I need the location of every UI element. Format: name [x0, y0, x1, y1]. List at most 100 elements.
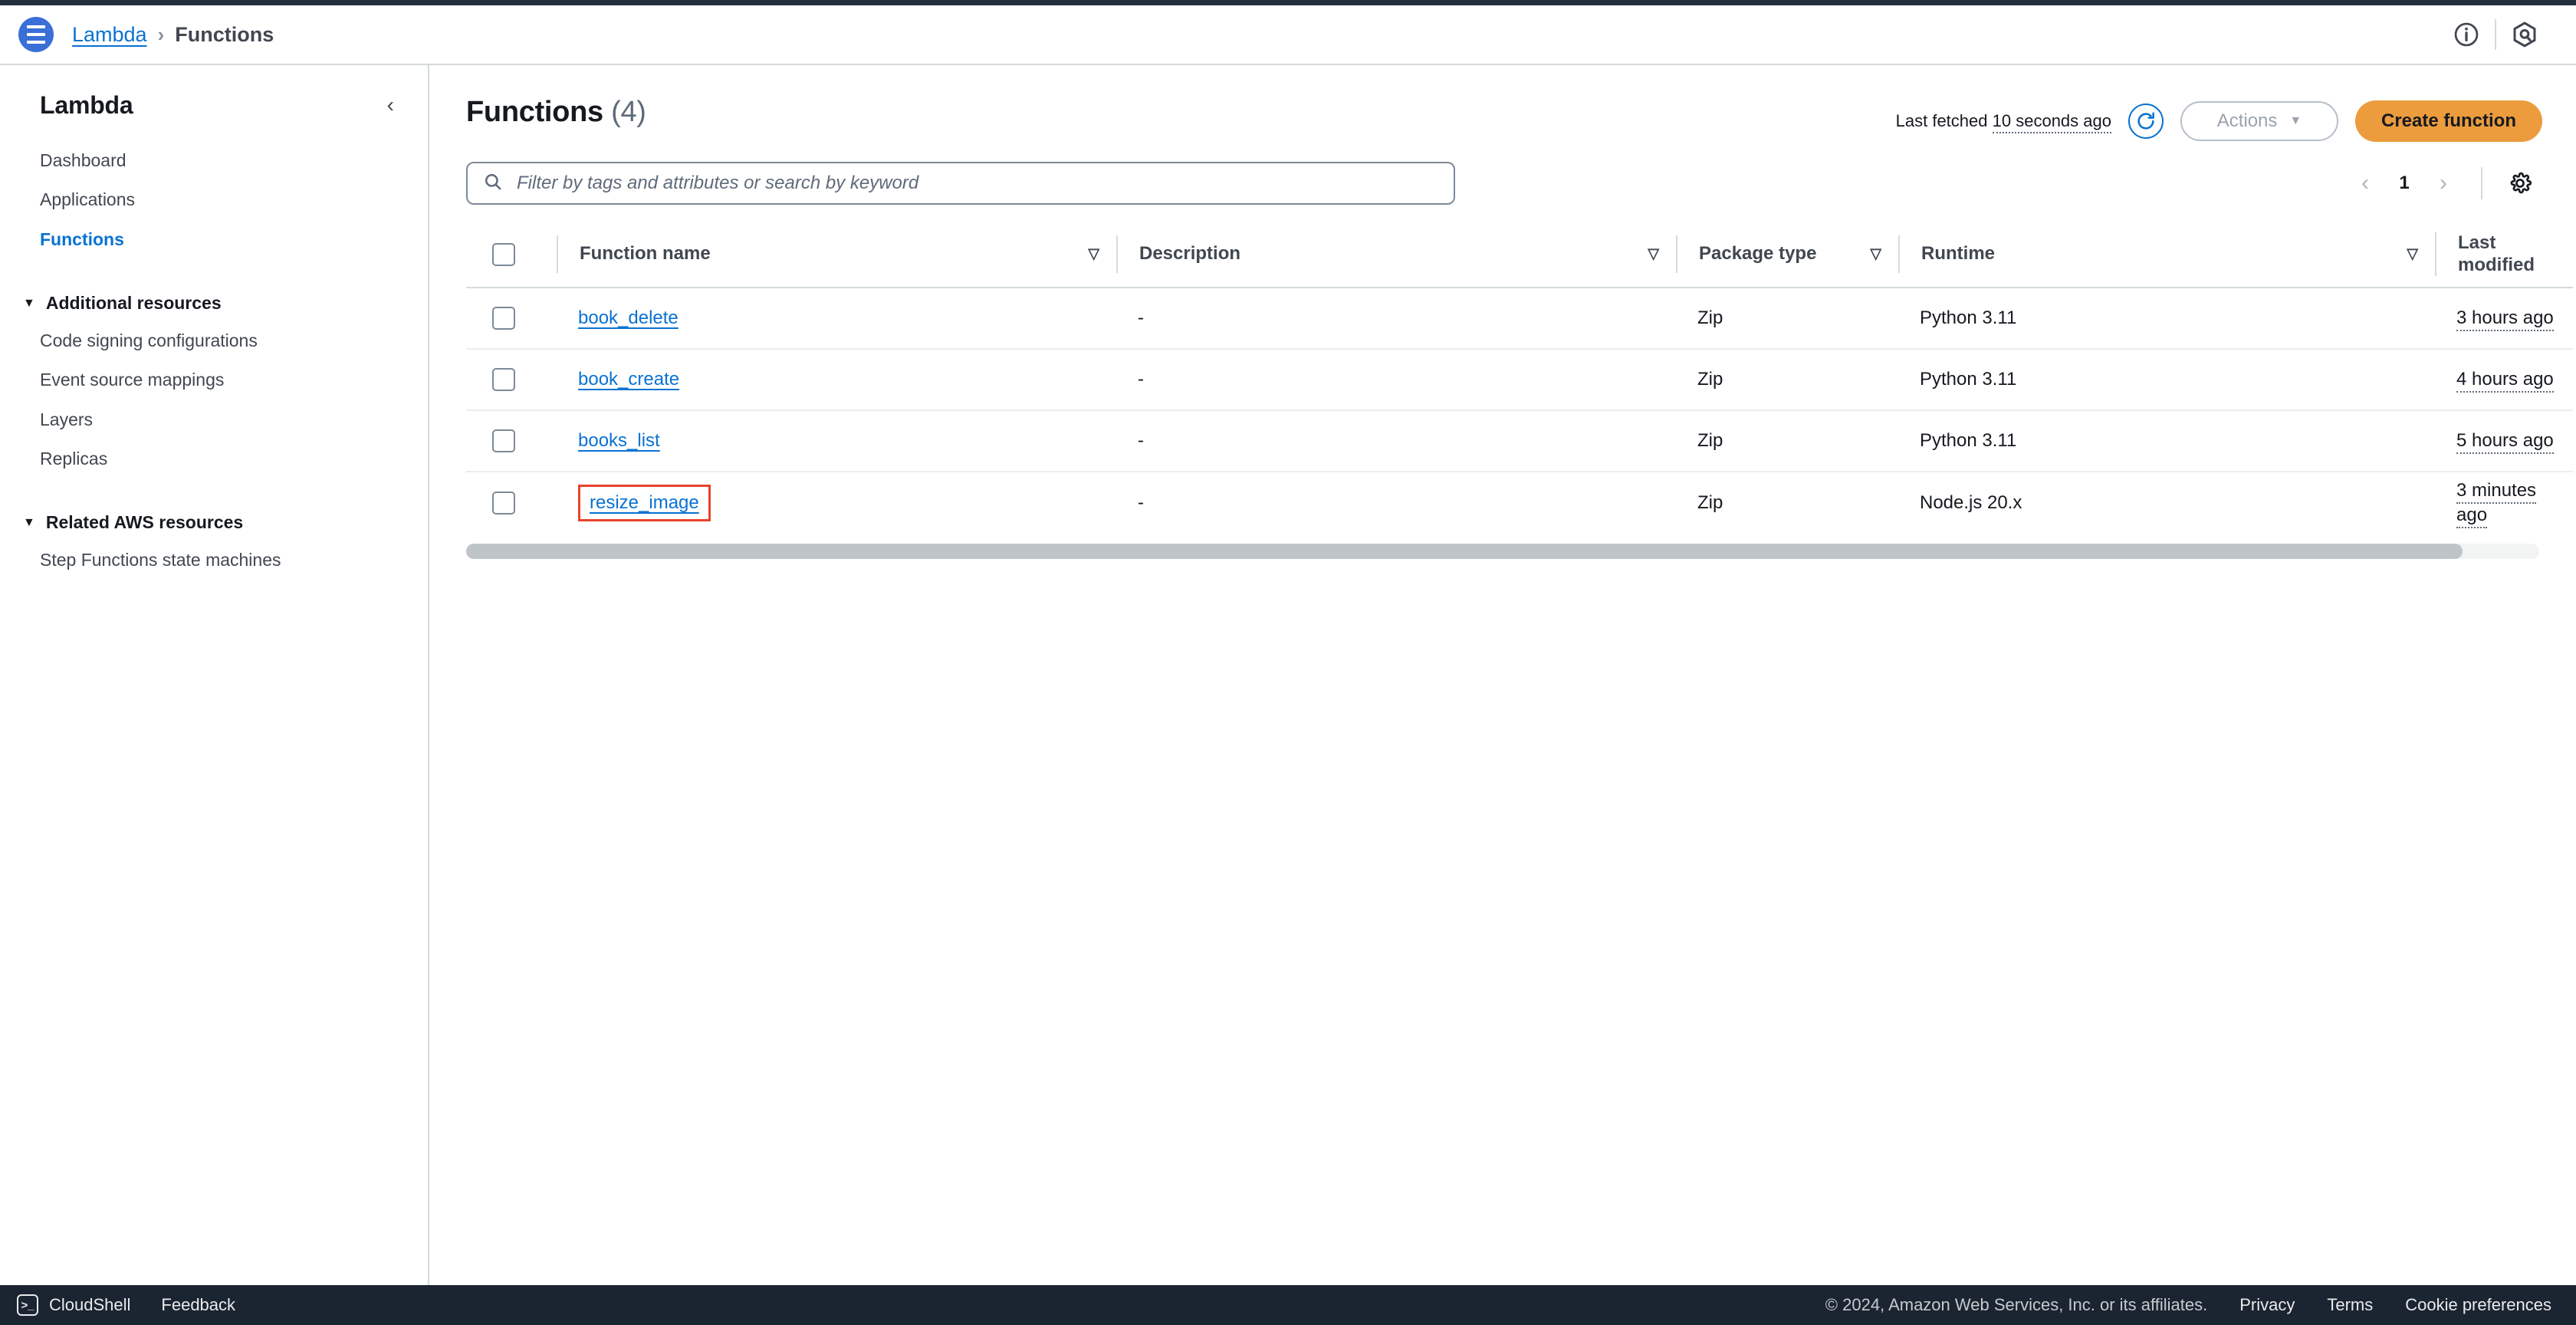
sidebar-item-code-signing-configurations[interactable]: Code signing configurations — [0, 321, 428, 360]
amazon-q-hexagon-icon[interactable] — [2496, 5, 2553, 64]
sidebar-group-label: Additional resources — [45, 293, 222, 314]
create-function-button[interactable]: Create function — [2354, 100, 2542, 142]
table-controls: ‹ 1 › — [2344, 163, 2542, 204]
function-name-link[interactable]: book_create — [578, 369, 679, 390]
package-type-value: Zip — [1697, 492, 1723, 513]
last-modified-value: 4 hours ago — [2456, 369, 2554, 393]
sidebar-item-applications[interactable]: Applications — [0, 180, 428, 219]
row-checkbox[interactable] — [492, 429, 515, 452]
function-name-link[interactable]: resize_image — [590, 492, 699, 513]
main-content: Functions (4) Last fetched 10 seconds ag… — [429, 65, 2576, 1285]
row-checkbox[interactable] — [492, 307, 515, 330]
sort-icon[interactable]: ▽ — [1088, 245, 1099, 263]
hamburger-menu-icon[interactable] — [18, 17, 54, 52]
chevron-right-icon: › — [157, 23, 165, 46]
runtime-value: Python 3.11 — [1920, 369, 2017, 390]
sort-icon[interactable]: ▽ — [1648, 245, 1659, 263]
table-row[interactable]: resize_image - Zip Node.js 20.x 3 minute… — [466, 472, 2573, 533]
sidebar-group-label: Related AWS resources — [45, 512, 244, 533]
search-box[interactable] — [466, 162, 1455, 205]
sidebar-item-functions[interactable]: Functions — [0, 220, 428, 259]
column-header-package-type[interactable]: Package type ▽ — [1676, 222, 1898, 288]
sidebar-group-additional-resources[interactable]: ▼ Additional resources — [0, 285, 428, 321]
select-all-checkbox[interactable] — [492, 242, 515, 266]
cell-function-name: book_create — [557, 349, 1116, 411]
page-header: Functions (4) Last fetched 10 seconds ag… — [466, 96, 2542, 142]
search-input[interactable] — [517, 173, 1438, 194]
column-label: Description — [1139, 243, 1241, 265]
top-strip — [0, 0, 2576, 5]
runtime-value: Node.js 20.x — [1920, 492, 2022, 513]
column-header-description[interactable]: Description ▽ — [1116, 222, 1676, 288]
footer-link-cookie-preferences[interactable]: Cookie preferences — [2405, 1295, 2551, 1315]
actions-button[interactable]: Actions ▼ — [2180, 101, 2338, 141]
column-label: Last modified — [2458, 232, 2535, 275]
row-checkbox[interactable] — [492, 368, 515, 391]
cell-runtime: Python 3.11 — [1898, 349, 2435, 411]
row-select-cell — [466, 410, 557, 472]
pagination-prev-button[interactable]: ‹ — [2344, 163, 2386, 204]
column-header-last-modified[interactable]: Last modified — [2435, 222, 2573, 288]
functions-table: Function name ▽ Description ▽ Package ty… — [466, 222, 2573, 533]
runtime-value: Python 3.11 — [1920, 430, 2017, 451]
cell-description: - — [1116, 349, 1676, 411]
function-name-link[interactable]: books_list — [578, 430, 660, 452]
cell-function-name: books_list — [557, 410, 1116, 472]
sidebar-item-layers[interactable]: Layers — [0, 400, 428, 439]
sort-icon[interactable]: ▽ — [2407, 245, 2418, 263]
sidebar-item-dashboard[interactable]: Dashboard — [0, 141, 428, 180]
content-inner: Functions (4) Last fetched 10 seconds ag… — [429, 96, 2576, 533]
table-row[interactable]: books_list - Zip Python 3.11 5 hours ago — [466, 410, 2573, 472]
refresh-icon[interactable] — [2128, 104, 2164, 139]
filter-row: ‹ 1 › — [466, 162, 2542, 205]
sidebar-item-event-source-mappings[interactable]: Event source mappings — [0, 360, 428, 399]
sidebar-item-step-functions-state-machines[interactable]: Step Functions state machines — [0, 541, 428, 580]
chevron-down-icon: ▼ — [2289, 114, 2302, 127]
console-header: Lambda › Functions — [0, 5, 2576, 65]
last-fetched-label: Last fetched 10 seconds ago — [1896, 111, 2111, 133]
column-header-runtime[interactable]: Runtime ▽ — [1898, 222, 2435, 288]
feedback-link[interactable]: Feedback — [161, 1295, 235, 1315]
footer-link-terms[interactable]: Terms — [2327, 1295, 2373, 1315]
horizontal-scrollbar[interactable] — [466, 544, 2539, 559]
sidebar-group-related-aws-resources[interactable]: ▼ Related AWS resources — [0, 505, 428, 541]
sidebar-group-items-additional: Code signing configurations Event source… — [0, 321, 428, 478]
table-header: Function name ▽ Description ▽ Package ty… — [466, 222, 2573, 288]
column-label: Runtime — [1921, 243, 1995, 265]
row-checkbox[interactable] — [492, 491, 515, 515]
sidebar-item-replicas[interactable]: Replicas — [0, 439, 428, 478]
search-icon — [483, 172, 503, 196]
cell-package-type: Zip — [1676, 349, 1898, 411]
cell-runtime: Python 3.11 — [1898, 288, 2435, 350]
sort-icon[interactable]: ▽ — [1870, 245, 1881, 263]
cell-function-name: resize_image — [557, 472, 1116, 533]
table-row[interactable]: book_create - Zip Python 3.11 4 hours ag… — [466, 349, 2573, 411]
cell-description: - — [1116, 410, 1676, 472]
column-header-function-name[interactable]: Function name ▽ — [557, 222, 1116, 288]
cell-description: - — [1116, 288, 1676, 350]
gear-icon[interactable] — [2499, 163, 2541, 204]
row-select-cell — [466, 472, 557, 533]
functions-table-wrapper: Function name ▽ Description ▽ Package ty… — [466, 222, 2573, 533]
footer-link-privacy[interactable]: Privacy — [2239, 1295, 2295, 1315]
sidebar-collapse-icon[interactable]: ‹ — [380, 91, 402, 119]
sidebar-nav-list: Dashboard Applications Functions — [0, 141, 428, 259]
feedback-label: Feedback — [161, 1295, 236, 1314]
last-modified-value: 5 hours ago — [2456, 430, 2554, 455]
table-row[interactable]: book_delete - Zip Python 3.11 3 hours ag… — [466, 288, 2573, 350]
breadcrumb-link-lambda[interactable]: Lambda — [72, 23, 147, 47]
sidebar: Lambda ‹ Dashboard Applications Function… — [0, 65, 429, 1285]
info-circle-icon[interactable] — [2438, 5, 2495, 64]
scrollbar-thumb[interactable] — [466, 544, 2463, 559]
table-body: book_delete - Zip Python 3.11 3 hours ag… — [466, 288, 2573, 533]
description-value: - — [1138, 492, 1144, 513]
pagination-page-1[interactable]: 1 — [2386, 173, 2423, 194]
package-type-value: Zip — [1697, 430, 1723, 451]
package-type-value: Zip — [1697, 369, 1723, 390]
cell-description: - — [1116, 472, 1676, 533]
function-name-link[interactable]: book_delete — [578, 307, 678, 329]
cloudshell-button[interactable]: >_ CloudShell — [17, 1294, 130, 1316]
row-select-cell — [466, 349, 557, 411]
pagination-next-button[interactable]: › — [2423, 163, 2464, 204]
sidebar-title: Lambda — [40, 91, 133, 119]
